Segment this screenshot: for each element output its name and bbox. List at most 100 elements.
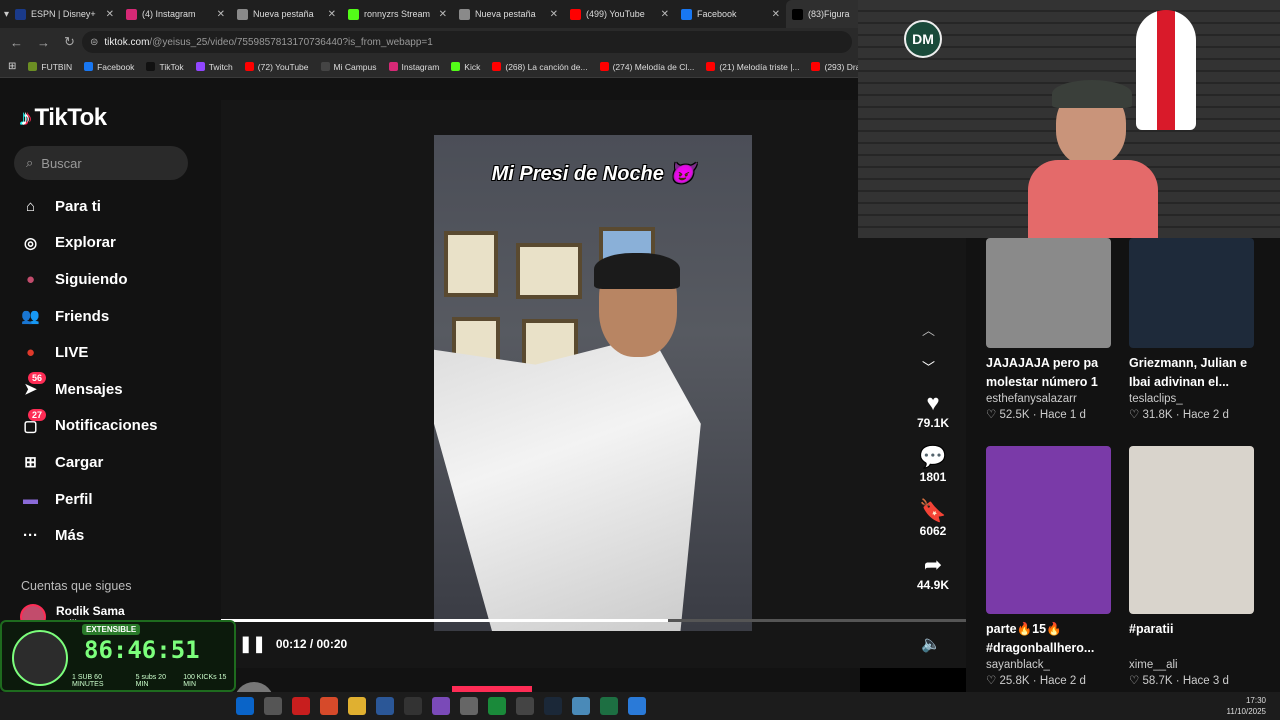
next-video-icon[interactable]: ﹀: [922, 357, 935, 376]
nav-item-para-ti[interactable]: ⌂ Para ti: [18, 188, 158, 225]
following-header: Cuentas que sigues: [21, 579, 132, 593]
app-icon[interactable]: [460, 697, 478, 715]
nav-item-siguiendo[interactable]: ● Siguiendo: [18, 261, 158, 298]
pause-icon[interactable]: ❚❚: [239, 634, 266, 654]
action-heart[interactable]: ♥ 79.1K: [917, 390, 949, 430]
video-author[interactable]: xime__ali: [1129, 659, 1255, 671]
browser-tab[interactable]: (4) Instagram ✕: [120, 0, 231, 28]
browser-tab[interactable]: ESPN | Disney+ ✕: [9, 0, 120, 28]
folder-icon[interactable]: [348, 697, 366, 715]
bookmark-label: TikTok: [159, 61, 184, 72]
close-tab-icon[interactable]: ✕: [328, 9, 336, 20]
whatsapp-icon[interactable]: [488, 697, 506, 715]
app-icon[interactable]: [320, 697, 338, 715]
related-video-card[interactable]: #paratii xime__ali ♡ 58.7K · Hace 3 d: [1129, 446, 1255, 687]
bookmark-item[interactable]: TikTok: [146, 61, 184, 72]
tiktok-page: ♪ TikTok ⌕ Buscar ⌂ Para ti ◎ Explorar ● Sigu…: [0, 78, 966, 720]
video-thumbnail[interactable]: [986, 238, 1111, 348]
browser-tab[interactable]: ronnyzrs Stream ✕: [342, 0, 453, 28]
video-age: Hace 2 d: [1182, 409, 1229, 421]
app-icon[interactable]: [628, 697, 646, 715]
video-frame[interactable]: Mi Presi de Noche 😈: [434, 135, 752, 631]
close-tab-icon[interactable]: ✕: [106, 9, 114, 20]
video-title[interactable]: Griezmann, Julian e Ibai adivinan el...: [1129, 354, 1255, 392]
bookmark-item[interactable]: (72) YouTube: [244, 62, 309, 72]
related-video-card[interactable]: parte🔥15🔥 #dragonballhero... sayanblack_ ♡…: [986, 446, 1112, 687]
excel-icon[interactable]: [600, 697, 618, 715]
url-input[interactable]: ⊜ tiktok.com/@yeisus_25/video/7559857813…: [82, 31, 852, 53]
comment-icon[interactable]: 💬: [919, 444, 946, 470]
video-thumbnail[interactable]: [1129, 238, 1254, 348]
video-author[interactable]: esthefanysalazarr: [986, 393, 1112, 405]
search-input[interactable]: ⌕ Buscar: [14, 146, 188, 180]
related-videos: JAJAJAJA pero pa molestar número 1 esthef…: [966, 238, 1280, 692]
tab-bar: ▾ ESPN | Disney+ ✕ (4) Instagram ✕ Nueva pes…: [0, 0, 898, 28]
share-icon[interactable]: ➦: [924, 552, 942, 578]
calculator-icon[interactable]: [516, 697, 534, 715]
forward-icon[interactable]: →: [37, 35, 50, 50]
action-comment[interactable]: 💬 1801: [919, 444, 946, 484]
action-bookmark[interactable]: 🔖 6062: [919, 498, 946, 538]
close-tab-icon[interactable]: ✕: [772, 9, 780, 20]
nav-item-mensajes[interactable]: ➤ Mensajes 56: [18, 371, 158, 408]
bookmark-icon[interactable]: 🔖: [919, 498, 946, 524]
nav-badge: 27: [28, 408, 47, 421]
apps-grid-icon[interactable]: ⊞: [8, 61, 16, 72]
word-icon[interactable]: [376, 697, 394, 715]
nav-item-perfil[interactable]: ▬ Perfil: [18, 481, 158, 518]
close-tab-icon[interactable]: ✕: [550, 9, 558, 20]
action-share[interactable]: ➦ 44.9K: [917, 552, 949, 592]
bookmark-label: (268) La canción de...: [505, 61, 588, 72]
related-video-card[interactable]: Griezmann, Julian e Ibai adivinan el... t…: [1129, 238, 1255, 421]
video-thumbnail[interactable]: [1129, 446, 1254, 614]
video-thumbnail[interactable]: [986, 446, 1111, 614]
bookmark-item[interactable]: Twitch: [195, 62, 233, 72]
browser-tab[interactable]: Nueva pestaña ✕: [231, 0, 342, 28]
outlook-icon[interactable]: [236, 697, 254, 715]
nav-item-friends[interactable]: 👥 Friends: [18, 298, 158, 335]
close-tab-icon[interactable]: ✕: [661, 9, 669, 20]
reload-icon[interactable]: ↻: [64, 34, 75, 50]
bookmark-item[interactable]: Facebook: [84, 62, 134, 72]
nav-item-explorar[interactable]: ◎ Explorar: [18, 225, 158, 262]
app-icon[interactable]: [432, 697, 450, 715]
nav-item-live[interactable]: ● LIVE: [18, 334, 158, 371]
like-count: 31.8K: [1142, 409, 1173, 421]
nav-item-cargar[interactable]: ⊞ Cargar: [18, 444, 158, 481]
video-player[interactable]: Mi Presi de Noche 😈 ︿ ﹀ ♥ 79.1K 💬 1801 🔖 6062…: [221, 100, 966, 668]
tiktok-logo[interactable]: ♪ TikTok: [20, 104, 107, 132]
heart-icon[interactable]: ♥: [926, 390, 939, 416]
browser-tab[interactable]: Facebook ✕: [675, 0, 786, 28]
nav-item-más[interactable]: ··· Más: [18, 517, 158, 554]
app-icon[interactable]: [264, 697, 282, 715]
system-clock[interactable]: 17:30 11/10/2025: [1227, 695, 1266, 717]
app-icon[interactable]: [572, 697, 590, 715]
close-tab-icon[interactable]: ✕: [217, 9, 225, 20]
site-info-icon[interactable]: ⊜: [90, 37, 98, 48]
bookmark-item[interactable]: (21) Melodía triste |...: [706, 62, 799, 72]
app-icon[interactable]: [292, 697, 310, 715]
bookmark-item[interactable]: (274) Melodía de Cl...: [599, 61, 695, 72]
close-tab-icon[interactable]: ✕: [439, 9, 447, 20]
nav-item-notificaciones[interactable]: ▢ Notificaciones 27: [18, 408, 158, 445]
progress-bar[interactable]: [221, 619, 966, 622]
video-author[interactable]: sayanblack_: [986, 659, 1112, 671]
bookmark-item[interactable]: Kick: [451, 62, 480, 72]
back-icon[interactable]: ←: [10, 35, 23, 50]
bookmark-item[interactable]: (268) La canción de...: [492, 61, 588, 72]
related-video-card[interactable]: JAJAJAJA pero pa molestar número 1 esthef…: [986, 238, 1112, 421]
app-icon[interactable]: [404, 697, 422, 715]
browser-tab[interactable]: (499) YouTube ✕: [564, 0, 675, 28]
video-author[interactable]: teslaclips_: [1129, 393, 1255, 405]
previous-video-icon[interactable]: ︿: [922, 320, 935, 339]
steam-icon[interactable]: [544, 697, 562, 715]
video-title[interactable]: parte🔥15🔥 #dragonballhero...: [986, 620, 1112, 658]
bookmark-item[interactable]: Instagram: [388, 62, 439, 72]
volume-icon[interactable]: 🔈: [921, 634, 941, 654]
video-title[interactable]: #paratii: [1129, 620, 1255, 658]
video-title[interactable]: JAJAJAJA pero pa molestar número 1: [986, 354, 1112, 392]
bookmark-item[interactable]: Mi Campus: [320, 62, 377, 72]
browser-tab[interactable]: Nueva pestaña ✕: [453, 0, 564, 28]
bookmark-item[interactable]: FUTBIN: [28, 62, 72, 72]
bookmark-label: (274) Melodía de Cl...: [612, 61, 695, 72]
